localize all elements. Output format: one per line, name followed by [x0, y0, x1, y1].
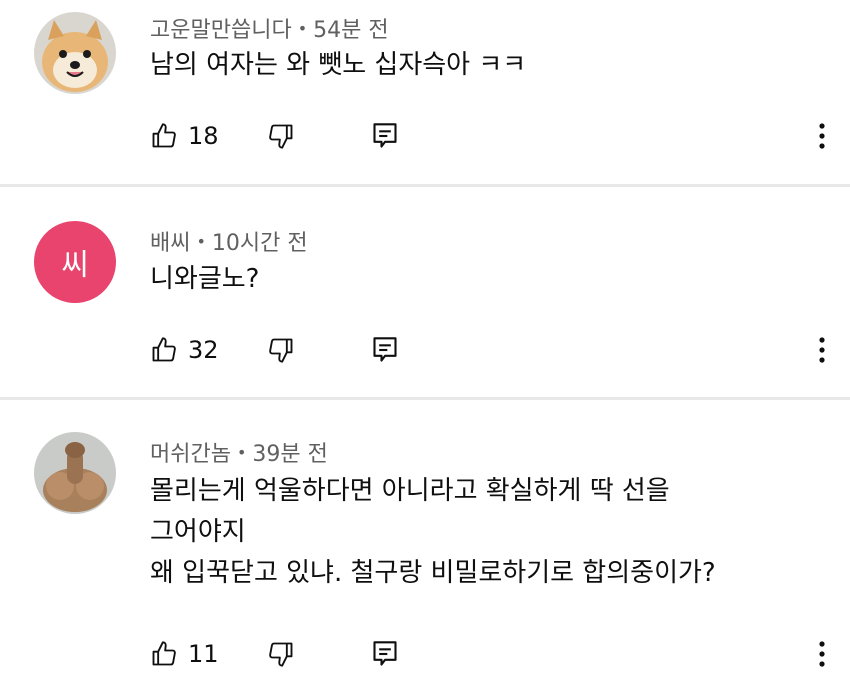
reply-button[interactable]: [372, 634, 398, 674]
more-vertical-icon: [819, 337, 825, 363]
comment: 고운말만씁니다 • 54분 전 남의 여자는 와 뺏노 십자슥아 ㅋㅋ 18: [0, 0, 850, 186]
meta-separator: •: [236, 443, 247, 462]
more-options-button[interactable]: [814, 634, 830, 674]
comment-text: 니와글노?: [150, 259, 259, 300]
dog-avatar-image: [34, 12, 116, 94]
comment-meta: 배씨 • 10시간 전: [150, 225, 308, 257]
comment-line: 왜 입꾹닫고 있냐. 철구랑 비밀로하기로 합의중이가?: [150, 558, 716, 588]
reply-icon: [373, 337, 397, 362]
reply-icon: [373, 641, 397, 666]
comment-time: 54분 전: [313, 18, 389, 43]
dislike-button[interactable]: [267, 634, 295, 674]
reply-button[interactable]: [372, 116, 398, 156]
comment-line: 니와글노?: [150, 264, 260, 294]
comment-time: 10시간 전: [211, 231, 308, 256]
avatar-photo[interactable]: [34, 432, 116, 514]
more-vertical-icon: [819, 641, 825, 667]
reply-icon: [373, 123, 397, 148]
comment-line: 그어야지: [150, 517, 246, 547]
comment-author[interactable]: 고운말만씁니다: [150, 18, 292, 43]
comment-line: 몰리는게 억울하다면 아니라고 확실하게 딱 선을: [150, 476, 670, 506]
like-button[interactable]: 18: [150, 116, 219, 156]
like-count: 11: [188, 640, 219, 668]
comment-actions: 11: [150, 634, 830, 674]
comment-text: 남의 여자는 와 뺏노 십자슥아 ㅋㅋ: [150, 45, 526, 86]
meta-separator: •: [196, 232, 206, 251]
more-options-button[interactable]: [814, 116, 830, 156]
meta-separator: •: [297, 19, 308, 38]
comment-line: 남의 여자는 와 뺏노 십자슥아 ㅋㅋ: [150, 50, 527, 80]
comment-meta: 고운말만씁니다 • 54분 전: [150, 12, 389, 44]
comment-actions: 18: [150, 116, 830, 156]
reply-button[interactable]: [372, 330, 398, 370]
comment-author[interactable]: 배씨: [150, 231, 190, 256]
like-count: 32: [188, 336, 219, 364]
comment: 머쉬간놈 • 39분 전 몰리는게 억울하다면 아니라고 확실하게 딱 선을 그어야…: [0, 400, 850, 682]
comment-author[interactable]: 머쉬간놈: [150, 442, 231, 467]
thumbs-down-icon: [269, 124, 293, 149]
like-button[interactable]: 32: [150, 330, 219, 370]
dislike-button[interactable]: [267, 330, 295, 370]
comment-meta: 머쉬간놈 • 39분 전: [150, 436, 328, 468]
thumbs-up-icon: [152, 641, 176, 666]
thumbs-up-icon: [152, 123, 176, 148]
comment-list: 고운말만씁니다 • 54분 전 남의 여자는 와 뺏노 십자슥아 ㅋㅋ 18 씨…: [0, 0, 850, 682]
comment-actions: 32: [150, 330, 830, 370]
avatar-initial[interactable]: 씨: [34, 221, 116, 303]
avatar-dog[interactable]: [34, 12, 116, 94]
thumbs-up-icon: [152, 337, 176, 362]
like-button[interactable]: 11: [150, 634, 219, 674]
thumbs-down-icon: [269, 338, 293, 363]
comment-text: 몰리는게 억울하다면 아니라고 확실하게 딱 선을 그어야지 왜 입꾹닫고 있냐…: [150, 471, 716, 594]
dislike-button[interactable]: [267, 116, 295, 156]
more-vertical-icon: [819, 123, 825, 149]
thumbs-down-icon: [269, 642, 293, 667]
user-avatar-image: [34, 432, 116, 514]
more-options-button[interactable]: [814, 330, 830, 370]
comment: 씨 배씨 • 10시간 전 니와글노? 32: [0, 187, 850, 397]
like-count: 18: [188, 122, 219, 150]
avatar-initial-text: 씨: [61, 248, 89, 283]
comment-time: 39분 전: [252, 442, 328, 467]
